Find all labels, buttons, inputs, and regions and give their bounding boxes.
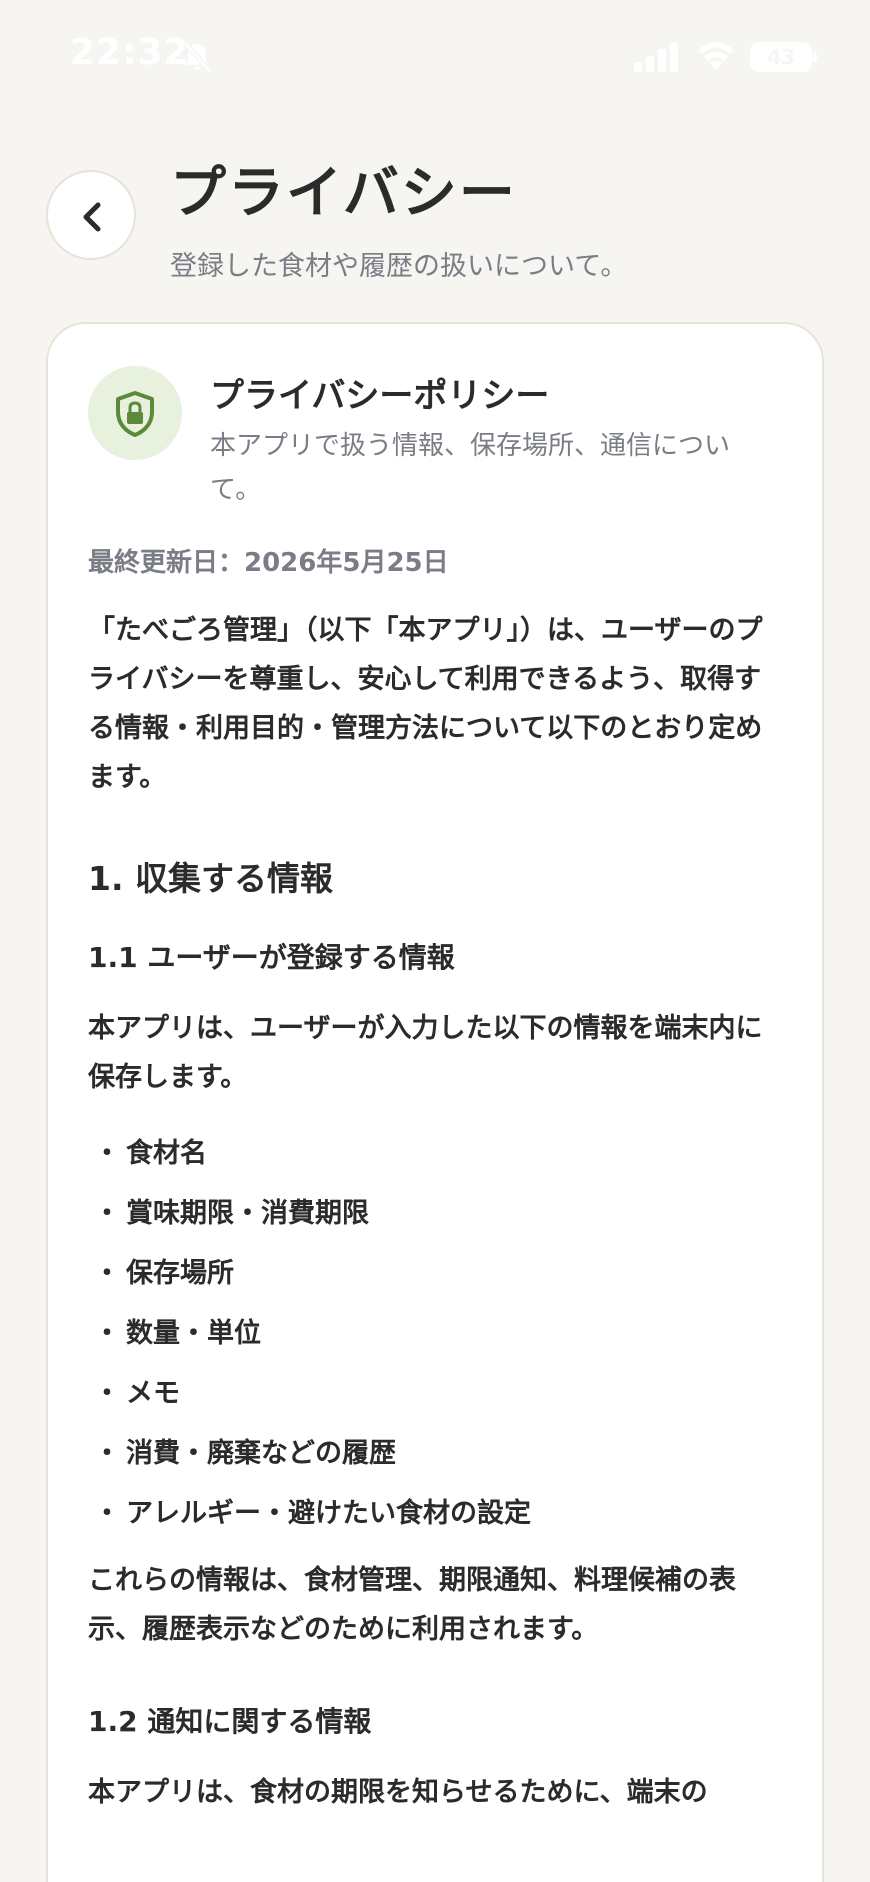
last-updated-date: 最終更新日：2026年5月25日 (88, 548, 449, 578)
chevron-left-icon (83, 202, 101, 232)
section-1-heading: 1. 収集する情報 (88, 859, 333, 898)
intro-paragraph: 「たべごろ管理」（以下「本アプリ」）は、ユーザーのプライバシーを尊重し、安心して… (88, 615, 763, 793)
page-subtitle: 登録した食材や履歴の扱いについて。 (170, 251, 628, 282)
bullet: ・ (93, 1138, 121, 1169)
bullet: ・ (93, 1258, 121, 1289)
list-item: ・消費・廃棄などの履歴 (88, 1424, 788, 1484)
shield-lock-badge (88, 366, 182, 460)
list-item-text: 数量・単位 (126, 1318, 261, 1349)
list-item: ・賞味期限・消費期限 (88, 1184, 788, 1244)
section-1-2-heading: 1.2 通知に関する情報 (88, 1705, 372, 1738)
section-1-1-usage-paragraph: これらの情報は、食材管理、期限通知、料理候補の表示、履歴表示などのために利用され… (88, 1565, 736, 1645)
battery-icon: 43 (750, 42, 812, 72)
collected-info-list: ・食材名 ・賞味期限・消費期限 ・保存場所 ・数量・単位 ・メモ ・消費・廃棄な… (88, 1124, 788, 1544)
bullet: ・ (93, 1318, 121, 1349)
section-1-1-paragraph: 本アプリは、ユーザーが入力した以下の情報を端末内に保存します。 (88, 1013, 763, 1093)
list-item: ・メモ (88, 1364, 788, 1424)
privacy-policy-card[interactable]: プライバシーポリシー 本アプリで扱う情報、保存場所、通信について。 最終更新日：… (46, 322, 824, 1882)
bullet: ・ (93, 1198, 121, 1229)
card-description: 本アプリで扱う情報、保存場所、通信について。 (210, 431, 731, 505)
section-1-2-paragraph: 本アプリは、食材の期限を知らせるために、端末の (88, 1777, 708, 1808)
list-item: ・保存場所 (88, 1244, 788, 1304)
list-item-text: 保存場所 (126, 1258, 234, 1289)
list-item-text: メモ (126, 1378, 180, 1409)
bullet: ・ (93, 1438, 121, 1469)
list-item: ・食材名 (88, 1124, 788, 1184)
battery-level: 43 (767, 45, 795, 69)
wifi-icon (698, 42, 734, 70)
bell-slash-icon (183, 41, 212, 73)
status-time: 22:32 (70, 32, 190, 73)
status-bar: 22:32 43 (0, 0, 870, 110)
list-item-text: 消費・廃棄などの履歴 (126, 1438, 396, 1469)
card-title: プライバシーポリシー (210, 376, 550, 416)
section-1-1-heading: 1.1 ユーザーが登録する情報 (88, 941, 455, 974)
bullet: ・ (93, 1378, 121, 1409)
list-item: ・数量・単位 (88, 1304, 788, 1364)
battery-tip (813, 52, 817, 62)
page-title: プライバシー (170, 161, 517, 226)
list-item-text: 食材名 (126, 1138, 207, 1169)
shield-lock-icon (116, 391, 154, 437)
back-button[interactable] (46, 170, 136, 260)
privacy-screen: 22:32 43 プライバシー 登録した食材や履歴の扱いについて。 プライバシー… (0, 0, 870, 1882)
cellular-signal-icon (634, 42, 678, 72)
list-item: ・アレルギー・避けたい食材の設定 (88, 1484, 788, 1544)
list-item-text: 賞味期限・消費期限 (126, 1198, 369, 1229)
bullet: ・ (93, 1498, 121, 1529)
list-item-text: アレルギー・避けたい食材の設定 (126, 1498, 531, 1529)
